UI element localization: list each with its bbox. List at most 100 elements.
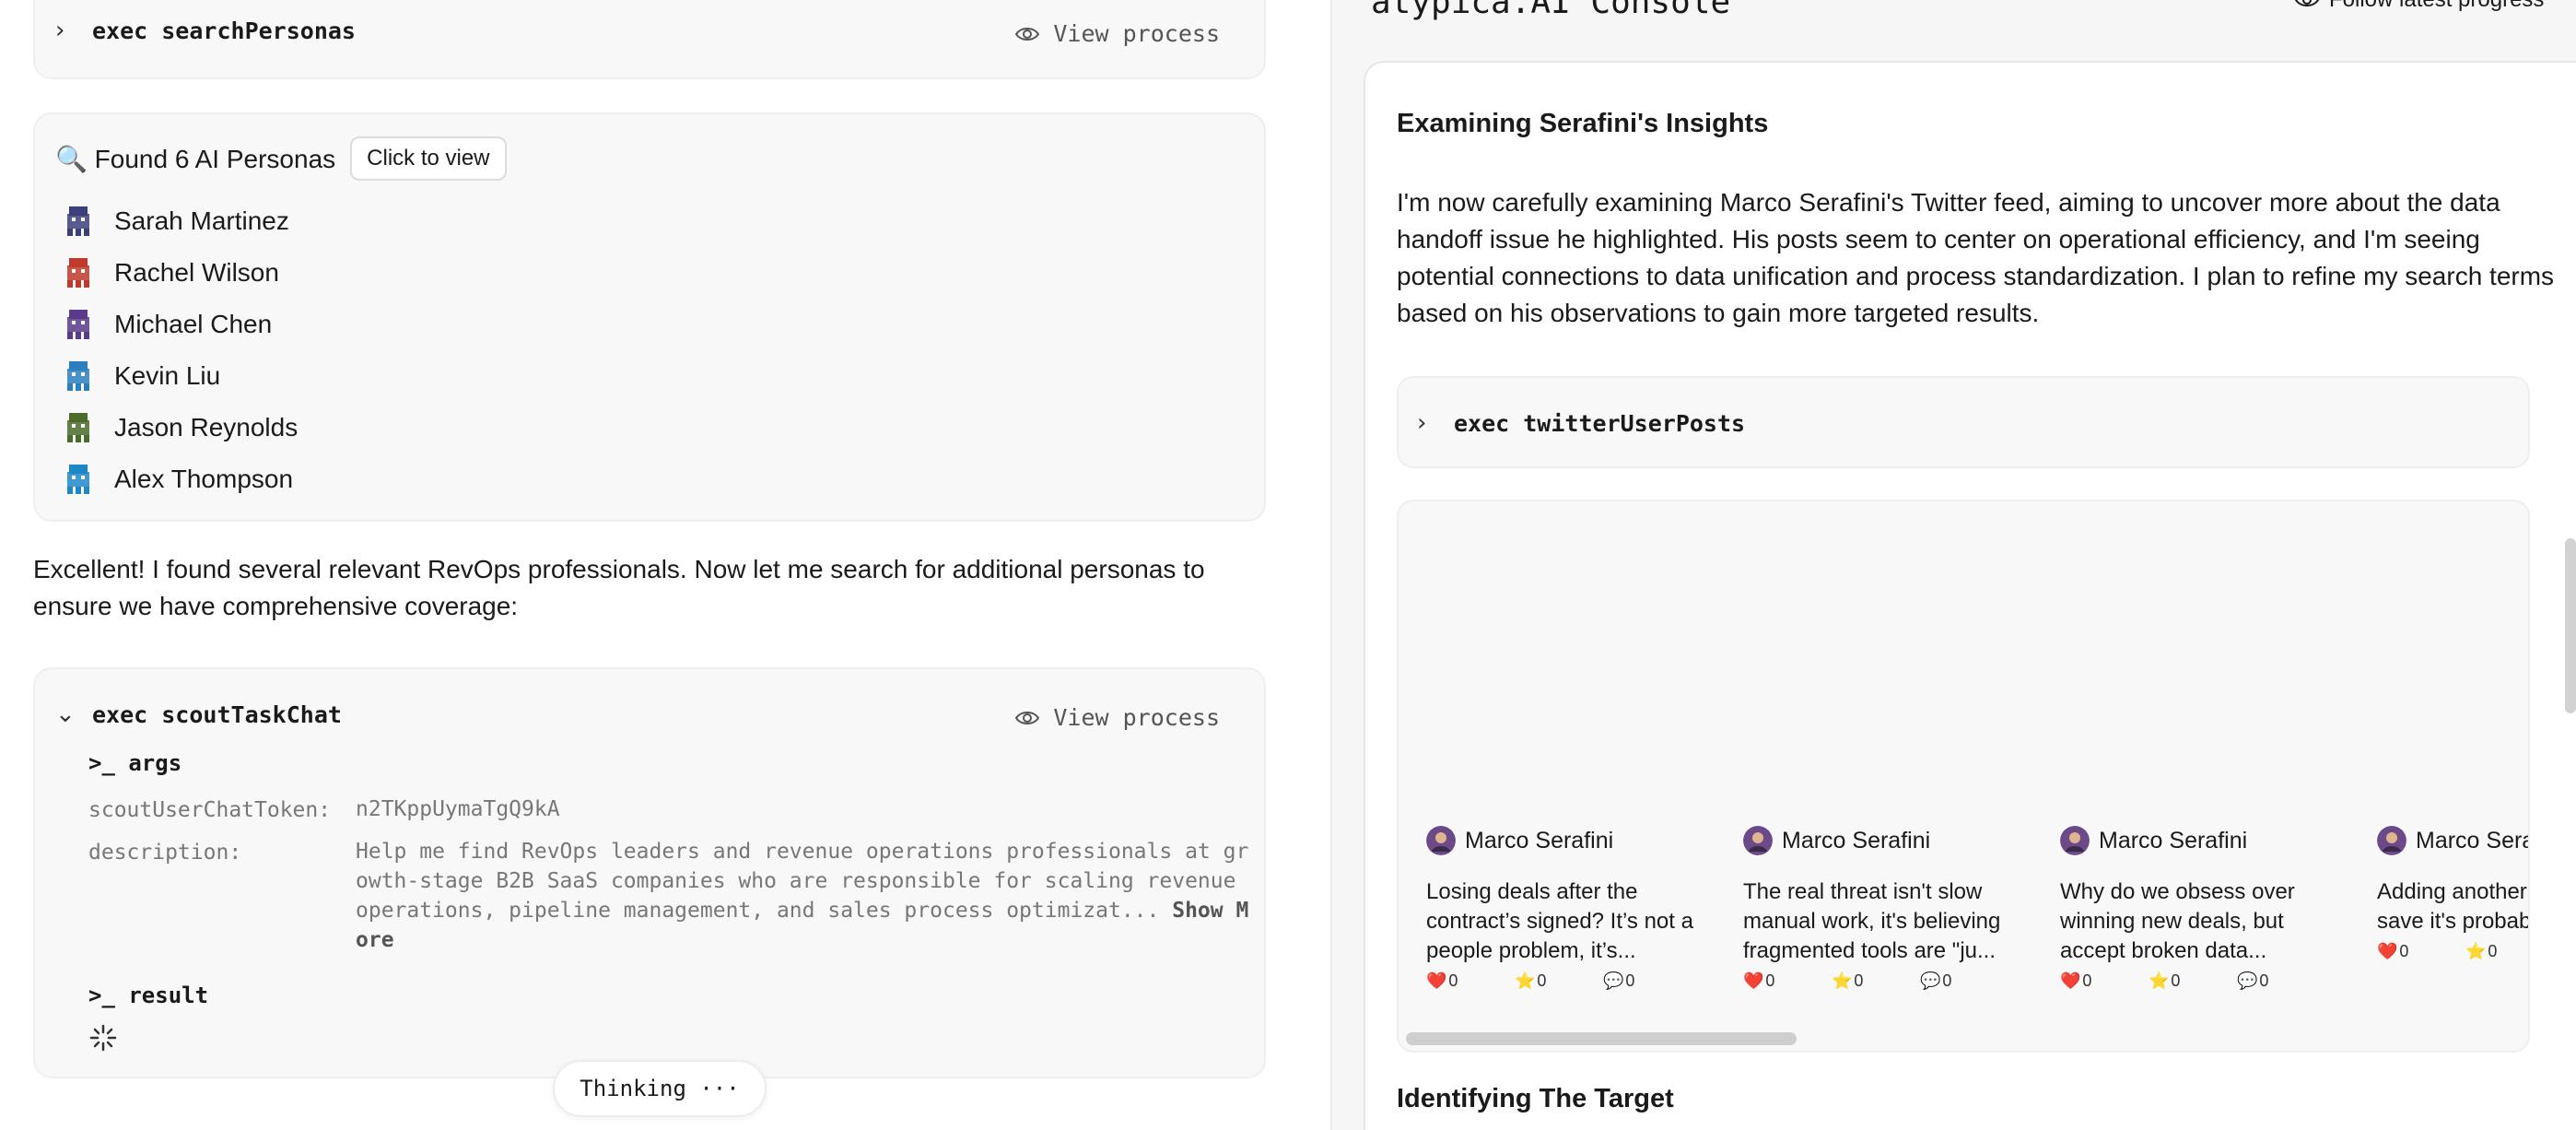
click-to-view-button[interactable]: Click to view [350,136,507,181]
stars-stat: ⭐ 0 [1832,971,1920,991]
thought-paragraph: I'm now carefully examining Marco Serafi… [1397,188,2555,327]
persona-item[interactable]: Sarah Martinez [63,195,298,247]
view-process-button[interactable]: View process [1014,704,1220,731]
tweet-author: Marco Serafini [1743,826,2038,855]
exec-title: exec searchPersonas [92,17,356,44]
personas-card: 🔍 Found 6 AI Personas Click to view Sara… [33,112,1266,522]
chevron-down-icon[interactable]: ⌄ [55,700,92,728]
persona-item[interactable]: Alex Thompson [63,453,298,505]
persona-avatar-icon [67,206,89,236]
result-label: >_ result [88,983,209,1008]
args-label: >_ args [88,750,182,776]
tweet-author-name: Marco Serafini [2099,827,2248,853]
heading-examining: Examining Serafini's Insights [1397,109,1769,138]
exec-title: exec twitterUserPosts [1454,409,1746,437]
console-card: Examining Serafini's Insights I'm now ca… [1364,61,2576,1130]
comments-count: 0 [1625,971,1635,990]
star-icon: ⭐ [1515,971,1536,990]
likes-count: 0 [1448,971,1458,990]
exec-scout-task-chat-card: ⌄ exec scoutTaskChat View process >_ arg… [33,667,1266,1078]
comments-count: 0 [1942,971,1952,990]
stars-count: 0 [2171,971,2181,990]
follow-latest-progress-button[interactable]: Follow latest progress [2294,0,2544,13]
chevron-right-icon[interactable]: › [55,17,92,44]
avatar [2377,826,2406,855]
persona-name: Michael Chen [114,310,273,338]
likes-stat: ❤️ 0 [1426,971,1515,991]
assistant-message: Excellent! I found several relevant RevO… [33,555,1205,620]
tweet-author-name: Marco Serafini [1465,827,1614,853]
tweet-text: The real threat isn't slow manual work, … [1743,879,2001,963]
heart-icon: ❤️ [2060,971,2081,990]
follow-latest-label: Follow latest progress [2329,0,2544,13]
exec-header[interactable]: › exec searchPersonas [55,17,356,44]
persona-item[interactable]: Jason Reynolds [63,402,298,453]
loading-spinner-icon [89,1024,117,1052]
comments-stat: 💬 0 [1603,971,1692,991]
eye-icon [1015,27,1040,41]
tweet-stats: ❤️0⭐0💬0 [2377,942,2528,961]
likes-count: 0 [2082,971,2092,990]
chevron-right-icon[interactable]: › [1417,409,1454,437]
comment-icon: 💬 [1603,971,1624,990]
persona-avatar-icon [67,258,89,288]
heart-icon: ❤️ [1426,971,1447,990]
tweet-card[interactable]: Marco Serafini Losing deals after the con… [1426,826,1721,991]
tweet-text: Adding another tool won't save it's prob… [2377,879,2530,934]
exec-search-personas-card[interactable]: › exec searchPersonas View process [33,0,1266,79]
avatar [1743,826,1773,855]
persona-avatar-icon [67,465,89,494]
persona-name: Sarah Martinez [114,206,289,235]
tweet-stats: ❤️0⭐0💬0 [2060,971,2355,991]
comments-count: 0 [2259,971,2269,990]
description-key: description: [88,841,242,865]
heart-icon: ❤️ [1743,971,1764,990]
stars-count: 0 [2488,942,2498,960]
horizontal-scrollbar[interactable] [1406,1032,1797,1045]
tweet-card[interactable]: Marco Serafini Why do we obsess over winn… [2060,826,2355,991]
eye-icon [2294,0,2320,6]
vertical-scrollbar[interactable] [2565,538,2576,713]
comments-stat: 💬 0 [1920,971,2008,991]
tweets-carousel[interactable]: Marco Serafini Losing deals after the con… [1397,500,2530,1053]
persona-item[interactable]: Kevin Liu [63,350,298,402]
view-process-label: View process [1053,704,1220,731]
tweet-text: Losing deals after the contract’s signed… [1426,879,1693,963]
stars-count: 0 [1537,971,1547,990]
persona-item[interactable]: Michael Chen [63,299,298,350]
exec-twitter-user-posts-card[interactable]: › exec twitterUserPosts [1397,376,2530,468]
tweet-card[interactable]: Marco Serafini The real threat isn't slow… [1743,826,2038,991]
persona-avatar-icon [67,361,89,391]
tweet-author: Marco Serafini [2377,826,2528,855]
found-personas-text: 🔍 Found 6 AI Personas [55,144,336,173]
likes-stat: ❤️ 0 [1743,971,1832,991]
eye-icon [1015,711,1040,724]
persona-name: Rachel Wilson [114,258,279,287]
likes-count: 0 [2399,942,2409,960]
exec-header[interactable]: ⌄ exec scoutTaskChat [55,700,342,728]
persona-item[interactable]: Rachel Wilson [63,247,298,299]
console-title: atypica.AI Console [1371,0,1731,21]
persona-name: Kevin Liu [114,361,221,390]
comment-icon: 💬 [1920,971,1941,990]
persona-name: Alex Thompson [114,465,294,493]
tweet-text: Why do we obsess over winning new deals,… [2060,879,2295,963]
star-icon: ⭐ [2149,971,2170,990]
avatar [1426,826,1456,855]
token-value: n2TKppUymaTgQ9kA [356,797,560,821]
thinking-label: Thinking ··· [580,1076,740,1101]
chat-panel: › exec searchPersonas View process 🔍 Fou… [0,0,1330,1130]
view-process-button[interactable]: View process [1014,20,1220,47]
tweet-author: Marco Serafini [2060,826,2355,855]
tweet-author-name: Marco Serafini [1782,827,1931,853]
thinking-indicator: Thinking ··· [553,1060,767,1117]
persona-list: Sarah Martinez Rachel Wilson Michael Chen K… [63,195,298,505]
exec-header[interactable]: › exec twitterUserPosts [1417,409,1745,437]
tweet-card[interactable]: Marco Serafini Adding another tool won't … [2377,826,2530,961]
tweet-stats: ❤️0⭐0💬0 [1743,971,2038,991]
heading-identifying: Identifying The Target [1397,1084,1674,1113]
stars-count: 0 [1854,971,1864,990]
tweet-author: Marco Serafini [1426,826,1721,855]
token-key: scoutUserChatToken: [88,798,332,822]
description-text: Help me find RevOps leaders and revenue … [356,840,1249,923]
